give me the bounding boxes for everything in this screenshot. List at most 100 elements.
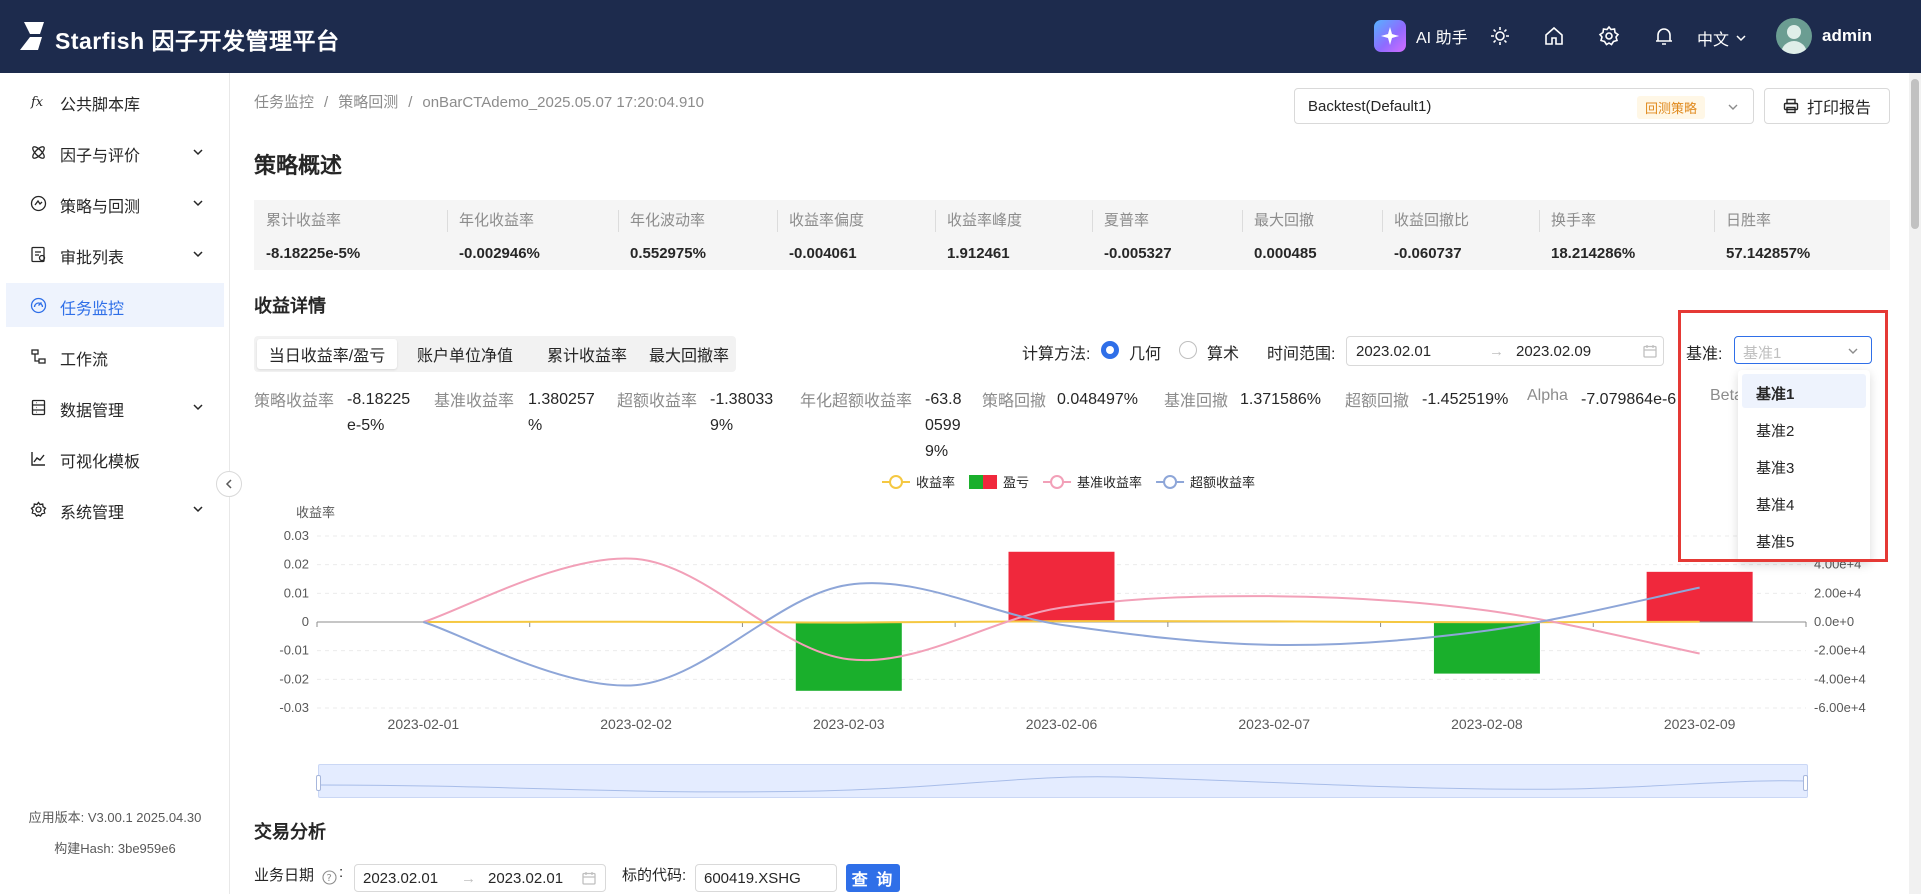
range-start[interactable]: 2023.02.01: [1356, 343, 1431, 360]
range-arrow-icon: →: [1489, 343, 1504, 360]
stat-value: -1.452519%: [1422, 391, 1509, 408]
y-tick-label: 0.01: [284, 585, 309, 600]
metric-label: 日胜率: [1726, 212, 1772, 229]
page-scrollbar[interactable]: [1909, 73, 1921, 894]
username[interactable]: admin: [1822, 26, 1872, 46]
stat-label: 基准回撤: [1164, 393, 1229, 410]
user-avatar[interactable]: [1776, 18, 1812, 54]
x-tick-label: 2023-02-06: [1026, 716, 1098, 732]
y-tick-label: 0.03: [284, 528, 309, 543]
trade-date-range-picker[interactable]: 2023.02.01 → 2023.02.01: [354, 864, 606, 892]
time-range-picker[interactable]: 2023.02.01 → 2023.02.09: [1346, 336, 1664, 366]
print-report-button[interactable]: 打印报告: [1764, 88, 1890, 124]
metric-label: 收益回撤比: [1394, 212, 1470, 229]
approval-icon: [31, 246, 46, 263]
radio-geometric[interactable]: [1101, 341, 1119, 359]
radio-arithmetic[interactable]: [1179, 341, 1197, 359]
radio-geometric-label[interactable]: 几何: [1129, 340, 1161, 364]
range-end[interactable]: 2023.02.09: [1516, 343, 1591, 360]
home-icon[interactable]: [1543, 25, 1565, 47]
sidebar-item-task-monitor[interactable]: 任务监控: [6, 283, 224, 327]
printer-icon: [1783, 98, 1799, 114]
y2-tick-label: -2.00e+4: [1814, 643, 1866, 658]
stat-label: 基准收益率: [434, 393, 515, 410]
help-question-icon[interactable]: ?: [322, 870, 337, 885]
returns-title: 收益详情: [254, 296, 326, 316]
sidebar-item-data[interactable]: 数据管理: [6, 385, 224, 429]
returns-tabs: 当日收益率/盈亏 账户单位净值 累计收益率 最大回撤率: [254, 336, 736, 372]
tab-daily-return[interactable]: 当日收益率/盈亏: [257, 339, 397, 369]
strategy-select[interactable]: Backtest(Default1) 回测策略: [1294, 88, 1754, 124]
stat-value: 0.048497%: [1057, 391, 1138, 408]
tab-unit-nav[interactable]: 账户单位净值: [400, 339, 530, 369]
code-input[interactable]: 600419.XSHG: [695, 864, 837, 892]
x-tick-label: 2023-02-01: [388, 716, 460, 732]
sidebar-item-visual-templates[interactable]: 可视化模板: [6, 436, 224, 480]
y2-tick-label: -4.00e+4: [1814, 671, 1866, 686]
workflow-icon: [31, 349, 46, 364]
breadcrumb-item[interactable]: 策略回测: [338, 94, 398, 111]
calendar-icon: [582, 872, 596, 885]
sidebar-item-label: 数据管理: [60, 403, 125, 420]
app-title: Starfish 因子开发管理平台: [55, 28, 340, 54]
scrollbar-thumb[interactable]: [1911, 79, 1919, 229]
radio-arithmetic-label[interactable]: 算术: [1207, 340, 1239, 364]
breadcrumb-item[interactable]: 任务监控: [254, 94, 314, 111]
database-icon: [31, 399, 46, 416]
settings-gear-icon[interactable]: [1598, 25, 1620, 47]
chevron-down-icon: [1736, 35, 1746, 42]
monitor-gauge-icon: [30, 297, 47, 314]
x-tick-label: 2023-02-03: [813, 716, 885, 732]
sidebar-item-factors[interactable]: 因子与评价: [6, 130, 224, 174]
trade-date-end[interactable]: 2023.02.01: [488, 870, 563, 887]
tab-cumulative-return[interactable]: 累计收益率: [532, 339, 642, 369]
metric-label: 累计收益率: [266, 212, 342, 229]
metric-value: 18.214286%: [1551, 245, 1636, 262]
stat-label: 超额收益率: [617, 393, 698, 410]
sidebar-item-scripts[interactable]: fx 公共脚本库: [6, 79, 224, 123]
sidebar-item-label: 公共脚本库: [60, 97, 141, 114]
overview-title: 策略概述: [254, 153, 343, 178]
y-tick-label: -0.02: [279, 671, 309, 686]
metric-value: -0.060737: [1394, 245, 1462, 262]
chart-zoom-slider[interactable]: [316, 764, 1808, 798]
bar: [1008, 551, 1115, 622]
chart-icon: [31, 452, 45, 466]
ai-assistant-button[interactable]: AI 助手: [1374, 20, 1468, 52]
tab-max-drawdown[interactable]: 最大回撤率: [644, 339, 734, 369]
sidebar-item-approvals[interactable]: 审批列表: [6, 232, 224, 276]
svg-text:fx: fx: [30, 95, 44, 110]
stat-value: 1.371586%: [1240, 391, 1321, 408]
query-button[interactable]: 查 询: [846, 864, 900, 892]
language-selector[interactable]: 中文: [1697, 26, 1747, 50]
sidebar-item-system[interactable]: 系统管理: [6, 487, 224, 531]
metric-label: 年化收益率: [459, 212, 535, 229]
metric-value: 0.000485: [1254, 245, 1317, 262]
stat-label: 年化超额收益率: [800, 393, 913, 410]
chevron-down-icon: [193, 251, 203, 258]
metric-value: 1.912461: [947, 245, 1010, 262]
trade-date-start[interactable]: 2023.02.01: [363, 870, 438, 887]
zoom-handle-right[interactable]: [1803, 775, 1808, 791]
zoom-handle-left[interactable]: [316, 775, 321, 791]
y2-tick-label: 0.0e+0: [1814, 614, 1854, 629]
legend-label: 收益率: [916, 475, 955, 490]
zoom-preview-line: [319, 776, 1807, 793]
sidebar-item-workflow[interactable]: 工作流: [6, 334, 224, 378]
chevron-down-icon: [1728, 104, 1738, 110]
trade-title: 交易分析: [254, 822, 326, 842]
sidebar-item-label: 审批列表: [60, 250, 125, 267]
code-input-value: 600419.XSHG: [704, 870, 801, 887]
notification-bell-icon[interactable]: [1653, 25, 1675, 47]
sidebar-collapse-button[interactable]: [216, 471, 242, 497]
y2-tick-label: 2.00e+4: [1814, 585, 1861, 600]
theme-sun-icon[interactable]: [1489, 25, 1511, 47]
sidebar-item-label: 任务监控: [60, 301, 125, 318]
metric-value: 57.142857%: [1726, 245, 1811, 262]
sidebar-item-strategy[interactable]: 策略与回测: [6, 181, 224, 225]
y-tick-label: -0.01: [279, 643, 309, 658]
legend-label: 盈亏: [1003, 475, 1029, 490]
stat-value: -7.079864e-6: [1581, 391, 1677, 408]
highlight-annotation-box: [1678, 310, 1888, 562]
legend-label: 基准收益率: [1077, 475, 1142, 490]
